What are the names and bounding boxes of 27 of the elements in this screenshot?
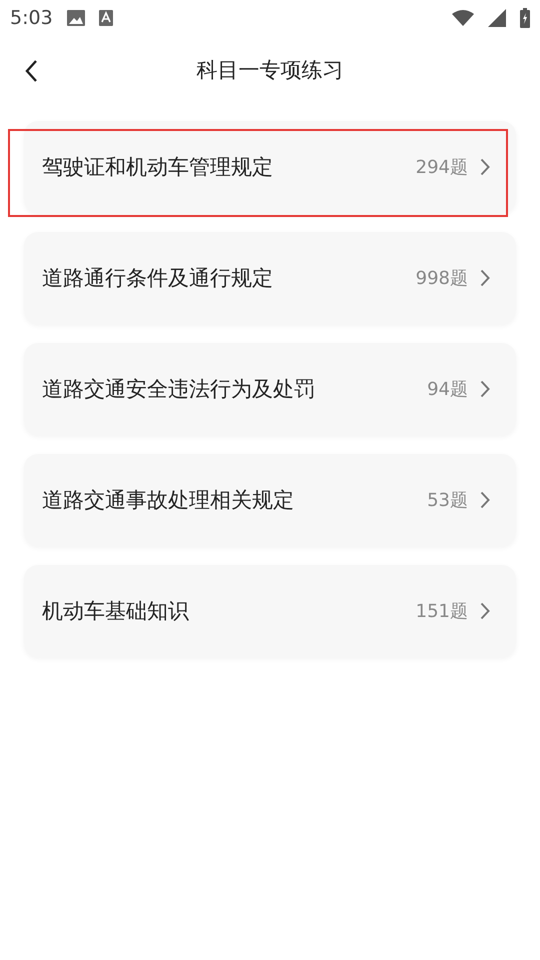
category-name: 道路交通安全违法行为及处罚 [42, 376, 316, 403]
image-icon [66, 10, 85, 26]
category-item[interactable]: 机动车基础知识 151题 [24, 565, 516, 657]
category-name: 机动车基础知识 [42, 598, 190, 625]
category-name: 道路通行条件及通行规定 [42, 265, 274, 292]
wifi-icon [452, 10, 474, 26]
page-title: 科目一专项练习 [196, 57, 344, 84]
chevron-right-icon [480, 491, 490, 509]
category-name: 道路交通事故处理相关规定 [42, 487, 295, 514]
question-count: 998题 [416, 267, 468, 290]
status-time: 5:03 [10, 7, 53, 29]
battery-icon [520, 8, 530, 28]
question-count: 151题 [416, 600, 468, 623]
chevron-left-icon [24, 59, 38, 83]
font-icon [98, 10, 113, 26]
chevron-right-icon [480, 269, 490, 287]
signal-icon [488, 9, 506, 27]
question-count: 94题 [427, 378, 468, 401]
chevron-right-icon [480, 602, 490, 620]
category-name: 驾驶证和机动车管理规定 [42, 154, 274, 181]
category-item[interactable]: 道路交通事故处理相关规定 53题 [24, 454, 516, 546]
chevron-right-icon [480, 158, 490, 176]
chevron-right-icon [480, 380, 490, 398]
question-count: 53题 [427, 489, 468, 512]
category-item[interactable]: 道路交通安全违法行为及处罚 94题 [24, 343, 516, 435]
category-item[interactable]: 道路通行条件及通行规定 998题 [24, 232, 516, 324]
question-count: 294题 [416, 156, 468, 179]
